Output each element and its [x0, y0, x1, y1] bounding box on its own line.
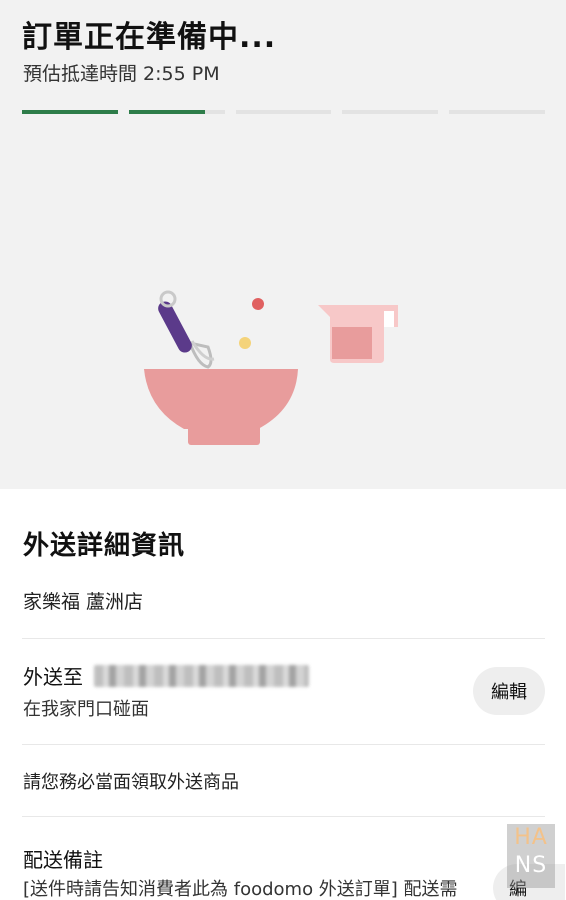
edit-address-button[interactable]: 編輯: [473, 667, 545, 715]
redacted-address: [94, 664, 310, 687]
eta-text: 預估抵達時間 2:55 PM: [23, 63, 220, 85]
progress-segment: [128, 110, 225, 114]
dot-yellow: [239, 337, 251, 349]
progress-segment-fill: [22, 110, 118, 114]
watermark-logo: HA NS: [507, 824, 555, 888]
measuring-cup-icon: [318, 305, 398, 363]
delivery-note-text: [送件時請告知消費者此為 foodomo 外送訂單] 配送需: [23, 879, 458, 900]
delivery-instruction: 在我家門口碰面: [23, 699, 149, 720]
order-progress-bar: [22, 110, 545, 114]
progress-segment: [449, 110, 545, 114]
dot-red: [252, 298, 264, 310]
progress-segment-fill: [128, 110, 206, 114]
progress-segment: [235, 110, 332, 114]
progress-segment: [22, 110, 118, 114]
divider: [22, 638, 545, 639]
whisk-icon: [158, 290, 215, 369]
divider: [22, 744, 545, 745]
divider: [22, 816, 545, 817]
watermark-line1: HA: [514, 825, 548, 850]
store-name: 家樂福 蘆洲店: [23, 591, 144, 613]
pickup-notice: 請您務必當面領取外送商品: [23, 772, 239, 793]
delivery-note-title: 配送備註: [23, 848, 103, 872]
watermark-line2: NS: [514, 853, 548, 878]
delivery-to-label: 外送至: [23, 665, 83, 689]
cooking-illustration: [144, 290, 398, 445]
page-title: 訂單正在準備中...: [22, 20, 277, 55]
bowl-icon: [144, 369, 298, 445]
order-status-panel: 訂單正在準備中... 預估抵達時間 2:55 PM: [0, 0, 566, 489]
progress-segment: [342, 110, 439, 114]
delivery-address-row: 外送至: [23, 661, 310, 690]
delivery-details-panel: 外送詳細資訊 家樂福 蘆洲店 外送至 在我家門口碰面 編輯 請您務必當面領取外送…: [0, 489, 566, 900]
section-title: 外送詳細資訊: [23, 531, 186, 561]
